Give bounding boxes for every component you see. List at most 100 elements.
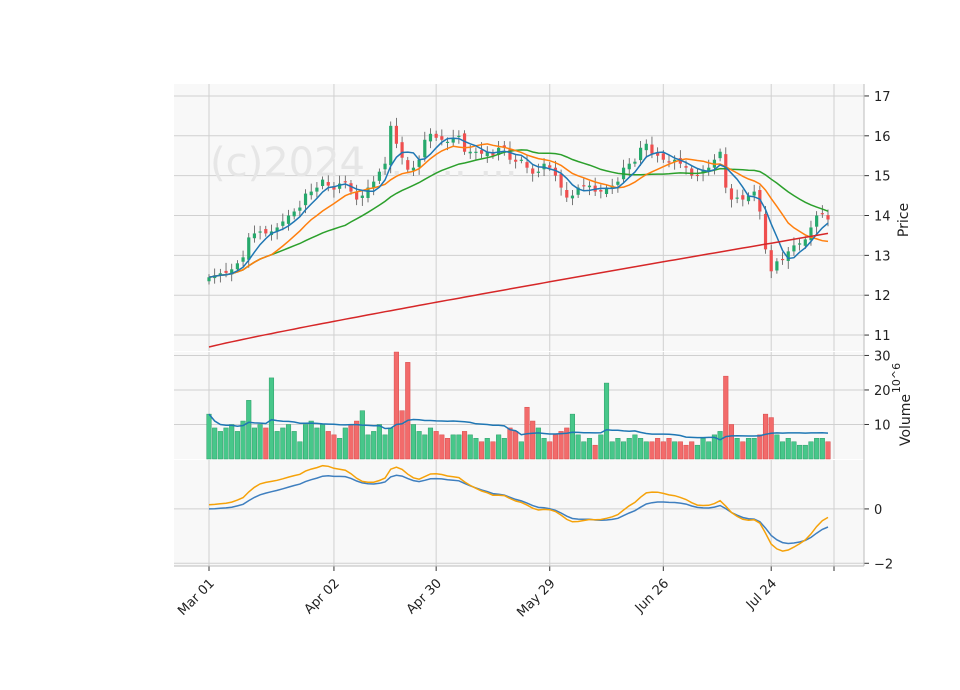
volume-bar	[649, 441, 655, 460]
volume-bar	[297, 441, 303, 460]
candle-body	[752, 191, 756, 196]
volume-bar	[666, 438, 672, 460]
candle-body	[377, 171, 381, 181]
candle-body	[389, 125, 393, 166]
candle-body	[440, 136, 444, 140]
volume-bar	[251, 427, 257, 460]
volume-bar	[348, 424, 354, 460]
candle-body	[638, 147, 643, 161]
volume-bar	[234, 431, 240, 460]
volume-bar	[723, 375, 729, 460]
candle-body	[309, 191, 313, 196]
candle-body	[690, 168, 694, 176]
x-tick-label: Jun 26	[632, 576, 672, 616]
candle-body	[218, 273, 222, 275]
volume-bar	[689, 441, 695, 460]
volume-bar	[439, 434, 445, 460]
volume-bar	[246, 400, 252, 460]
candle-body	[474, 151, 478, 153]
volume-bar	[547, 441, 553, 460]
volume-axis-exponent: 10^6	[890, 363, 903, 393]
volume-tick-label: 20	[874, 384, 891, 399]
volume-bar	[268, 377, 275, 460]
candle-body	[695, 174, 699, 177]
price-tick-label: 12	[874, 289, 891, 304]
volume-bar	[768, 417, 774, 460]
candle-body	[826, 215, 830, 220]
volume-bar	[717, 431, 723, 460]
candle-body	[286, 215, 291, 224]
volume-bar	[405, 362, 411, 460]
volume-bar	[603, 382, 610, 460]
volume-bar	[507, 427, 513, 460]
volume-bar	[762, 413, 769, 460]
candle-body	[616, 181, 620, 185]
candle-body	[565, 190, 569, 198]
volume-bar	[677, 441, 683, 460]
volume-bar	[558, 431, 564, 460]
candle-body	[394, 125, 399, 144]
volume-bar	[342, 427, 348, 460]
candle-body	[406, 160, 410, 170]
candle-body	[820, 213, 824, 215]
candle-body	[247, 237, 251, 260]
volume-bar	[501, 438, 507, 460]
volume-bar	[223, 427, 229, 460]
volume-bar	[814, 438, 820, 460]
volume-bar	[490, 441, 496, 460]
candle-body	[326, 182, 330, 186]
volume-bar	[337, 438, 343, 460]
candle-body	[667, 161, 671, 163]
candle-body	[360, 195, 364, 198]
candle-body	[428, 133, 433, 142]
candle-body	[445, 141, 450, 143]
volume-bar	[785, 438, 791, 460]
price-panel-background	[174, 84, 864, 351]
volume-bar	[217, 431, 223, 460]
volume-bar	[598, 434, 604, 460]
volume-bar	[450, 434, 456, 460]
candle-body	[724, 154, 728, 188]
candle-body	[531, 168, 535, 174]
volume-bar	[552, 434, 558, 460]
volume-bar	[274, 431, 280, 460]
volume-bar	[410, 424, 416, 460]
candle-body	[400, 142, 404, 158]
candle-body	[417, 159, 421, 167]
candle-body	[599, 190, 603, 192]
volume-bar	[291, 431, 297, 460]
volume-bar	[212, 427, 218, 460]
candle-body	[570, 195, 575, 199]
candle-body	[258, 231, 262, 233]
volume-bar	[206, 413, 212, 460]
volume-bar	[393, 351, 399, 460]
volume-bar	[479, 441, 485, 460]
volume-bar	[626, 438, 632, 460]
volume-bar	[359, 410, 365, 460]
volume-bar	[365, 434, 371, 460]
candle-body	[468, 151, 472, 154]
x-tick-label: May 29	[514, 576, 558, 620]
candle-body	[298, 207, 302, 211]
volume-bar	[388, 427, 394, 460]
candle-body	[650, 144, 654, 154]
x-tick-label: Apr 30	[404, 576, 445, 617]
volume-bar	[325, 431, 331, 460]
candle-body	[780, 258, 785, 261]
volume-bar	[825, 441, 831, 460]
candle-body	[252, 233, 257, 239]
price-axis-label: Price	[896, 203, 912, 237]
volume-bar	[320, 424, 326, 460]
candle-body	[525, 162, 529, 168]
volume-bar	[575, 434, 581, 460]
volume-bar	[586, 438, 593, 460]
volume-bar	[632, 434, 638, 460]
x-tick-label: Apr 02	[302, 576, 343, 617]
volume-bar	[444, 438, 451, 460]
volume-bar	[615, 438, 621, 460]
volume-bar	[240, 420, 246, 460]
candle-body	[633, 161, 637, 164]
volume-bar	[751, 438, 757, 460]
candle-body	[741, 195, 745, 200]
volume-bar	[740, 441, 746, 460]
